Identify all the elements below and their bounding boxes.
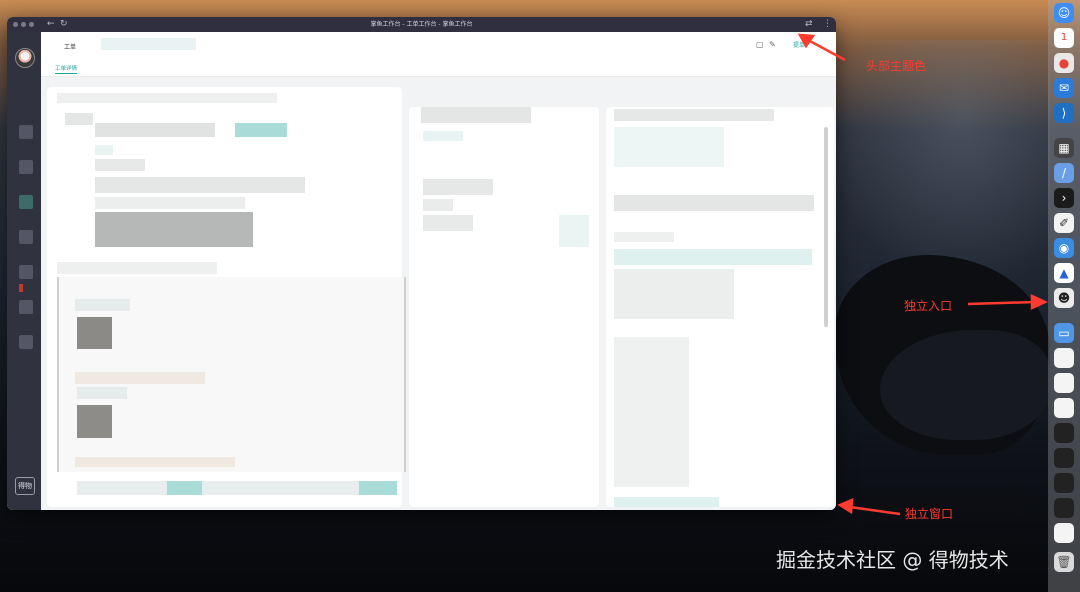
sidebar-item-4[interactable] bbox=[19, 230, 33, 244]
watermark: 掘金技术社区 @ 得物技术 bbox=[776, 548, 1009, 572]
sidebar-item-6[interactable] bbox=[19, 300, 33, 314]
brand-button[interactable]: 得物 bbox=[15, 477, 35, 495]
blurred-line bbox=[614, 195, 814, 211]
left-sidebar: 得物 bbox=[7, 32, 41, 510]
folder-icon[interactable]: ▭ bbox=[1054, 323, 1074, 343]
mail-icon[interactable]: ✉ bbox=[1054, 78, 1074, 98]
header-tab-blurred[interactable] bbox=[101, 38, 196, 50]
more-vertical-icon[interactable]: ⋮ bbox=[823, 19, 832, 30]
blurred-line bbox=[75, 299, 130, 311]
blurred-line bbox=[95, 177, 305, 193]
sidebar-item-2[interactable] bbox=[19, 160, 33, 174]
sidebar-item-3[interactable] bbox=[19, 195, 33, 209]
browser-icon[interactable]: ◉ bbox=[1054, 238, 1074, 258]
detail-panel-middle bbox=[409, 107, 599, 507]
trash-icon[interactable]: 🗑 bbox=[1054, 552, 1074, 572]
app-icon[interactable]: ▲ bbox=[1054, 263, 1074, 283]
scrollbar[interactable] bbox=[824, 127, 828, 327]
blurred-line bbox=[614, 109, 774, 121]
detail-panel-right bbox=[606, 107, 834, 507]
blurred-line bbox=[614, 269, 734, 319]
blurred-line bbox=[614, 232, 674, 242]
blurred-line bbox=[95, 159, 145, 171]
briefcase-icon[interactable]: ▢ bbox=[756, 40, 764, 49]
blurred-image bbox=[77, 317, 112, 349]
active-indicator bbox=[19, 284, 23, 292]
blurred-line bbox=[559, 215, 589, 247]
blurred-line bbox=[423, 131, 463, 141]
blurred-tag bbox=[614, 249, 812, 265]
blurred-line bbox=[614, 337, 689, 487]
blurred-line bbox=[421, 107, 531, 123]
editor-icon[interactable]: / bbox=[1054, 163, 1074, 183]
annotation-standalone-window: 独立窗口 bbox=[905, 507, 954, 521]
notes-icon[interactable]: ✐ bbox=[1054, 213, 1074, 233]
calendar-icon[interactable]: 1 bbox=[1054, 28, 1074, 48]
sidebar-item-1[interactable] bbox=[19, 125, 33, 139]
standalone-app-icon[interactable]: ☻ bbox=[1054, 288, 1074, 308]
window-thumbnail-icon[interactable] bbox=[1054, 448, 1074, 468]
window-title: 掌鱼工作台 - 工单工作台 - 掌鱼工作台 bbox=[370, 21, 473, 28]
terminal-icon[interactable]: › bbox=[1054, 188, 1074, 208]
sidebar-item-7[interactable] bbox=[19, 335, 33, 349]
window-thumbnail-icon[interactable] bbox=[1054, 523, 1074, 543]
annotation-standalone-entry: 独立入口 bbox=[904, 299, 953, 313]
annotation-header-theme: 头部主题色 bbox=[866, 59, 927, 73]
arrow-head bbox=[837, 498, 854, 515]
blurred-line bbox=[95, 123, 215, 137]
calculator-icon[interactable]: ▦ bbox=[1054, 138, 1074, 158]
sidebar-item-5[interactable] bbox=[19, 265, 33, 279]
blurred-line bbox=[423, 215, 473, 231]
window-thumbnail-icon[interactable] bbox=[1054, 373, 1074, 393]
finder-icon[interactable]: ☺ bbox=[1054, 3, 1074, 23]
tab-workorder[interactable]: 工单 bbox=[64, 42, 76, 51]
window-thumbnail-icon[interactable] bbox=[1054, 498, 1074, 518]
detail-panel-left bbox=[47, 87, 406, 507]
blurred-line bbox=[614, 127, 724, 167]
window-thumbnail-icon[interactable] bbox=[1054, 348, 1074, 368]
blurred-line bbox=[95, 197, 245, 209]
app-window: ← ↻ 掌鱼工作台 - 工单工作台 - 掌鱼工作台 ⇄ ⋮ 得物 工单 ▢ ✎ … bbox=[7, 17, 836, 510]
blurred-line bbox=[57, 93, 277, 103]
blurred-tag bbox=[167, 481, 202, 495]
blurred-line bbox=[77, 481, 397, 495]
edit-icon[interactable]: ✎ bbox=[769, 40, 776, 49]
window-thumbnail-icon[interactable] bbox=[1054, 423, 1074, 443]
blurred-line bbox=[75, 457, 235, 467]
blurred-tag bbox=[614, 497, 719, 507]
tab-workorder-detail[interactable]: 工单详情 bbox=[55, 64, 78, 74]
content-area bbox=[41, 77, 836, 510]
blurred-line bbox=[75, 372, 205, 384]
blurred-line bbox=[57, 262, 217, 274]
blurred-line bbox=[77, 387, 127, 399]
blurred-line bbox=[65, 113, 93, 125]
blurred-line bbox=[423, 179, 493, 195]
header-bar: 工单 ▢ ✎ 提单 工单详情 bbox=[41, 32, 836, 77]
arrow-window bbox=[849, 505, 901, 516]
submit-ticket-link[interactable]: 提单 bbox=[793, 40, 805, 49]
blurred-tag bbox=[235, 123, 287, 137]
blurred-line bbox=[95, 145, 113, 155]
window-thumbnail-icon[interactable] bbox=[1054, 398, 1074, 418]
blurred-image bbox=[77, 405, 112, 438]
vscode-icon[interactable]: ⟩ bbox=[1054, 103, 1074, 123]
translate-icon[interactable]: ⇄ bbox=[805, 19, 813, 30]
macos-dock: ☺ 1 ● ✉ ⟩ ▦ / › ✐ ◉ ▲ ☻ ▭ 🗑 bbox=[1048, 0, 1080, 592]
blurred-tag bbox=[359, 481, 397, 495]
blurred-line bbox=[423, 199, 453, 211]
avatar[interactable] bbox=[15, 48, 35, 68]
window-thumbnail-icon[interactable] bbox=[1054, 473, 1074, 493]
chrome-icon[interactable]: ● bbox=[1054, 53, 1074, 73]
blurred-image bbox=[95, 212, 253, 247]
window-titlebar: ← ↻ 掌鱼工作台 - 工单工作台 - 掌鱼工作台 ⇄ ⋮ bbox=[7, 17, 836, 32]
